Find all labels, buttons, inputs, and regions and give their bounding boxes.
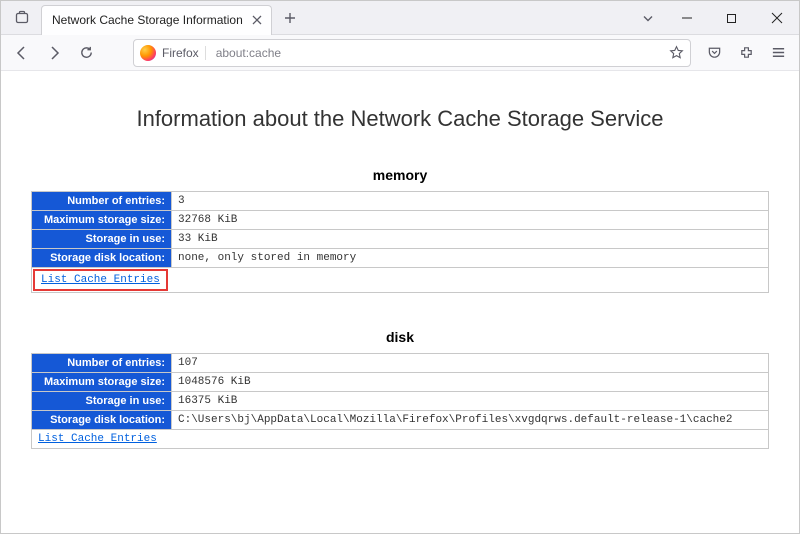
label-entries: Number of entries:: [32, 354, 172, 373]
reload-button[interactable]: [71, 39, 101, 67]
value-entries: 107: [172, 354, 769, 373]
value-disk: C:\Users\bj\AppData\Local\Mozilla\Firefo…: [172, 411, 769, 430]
minimize-button[interactable]: [664, 1, 709, 35]
tabs-dropdown-button[interactable]: [632, 1, 664, 35]
table-row: Maximum storage size: 32768 KiB: [32, 211, 769, 230]
value-max: 1048576 KiB: [172, 373, 769, 392]
value-inuse: 33 KiB: [172, 230, 769, 249]
memory-heading: memory: [31, 167, 769, 183]
window-controls: [632, 1, 799, 35]
table-row: Maximum storage size: 1048576 KiB: [32, 373, 769, 392]
table-row: List Cache Entries: [32, 268, 769, 293]
workspaces-button[interactable]: [7, 5, 37, 31]
value-max: 32768 KiB: [172, 211, 769, 230]
table-row: Storage disk location: none, only stored…: [32, 249, 769, 268]
tab-close-button[interactable]: [249, 12, 265, 28]
tab-title: Network Cache Storage Information: [52, 13, 243, 27]
identity-label: Firefox: [162, 46, 206, 60]
value-disk: none, only stored in memory: [172, 249, 769, 268]
table-row: Storage in use: 33 KiB: [32, 230, 769, 249]
label-inuse: Storage in use:: [32, 392, 172, 411]
memory-table: Number of entries: 3 Maximum storage siz…: [31, 191, 769, 293]
table-row: Number of entries: 3: [32, 192, 769, 211]
list-cache-entries-link-disk[interactable]: List Cache Entries: [32, 430, 163, 448]
url-text: about:cache: [212, 46, 662, 60]
address-bar[interactable]: Firefox about:cache: [133, 39, 691, 67]
maximize-button[interactable]: [709, 1, 754, 35]
disk-table: Number of entries: 107 Maximum storage s…: [31, 353, 769, 449]
value-entries: 3: [172, 192, 769, 211]
label-max: Maximum storage size:: [32, 373, 172, 392]
label-disk: Storage disk location:: [32, 411, 172, 430]
table-row: Number of entries: 107: [32, 354, 769, 373]
page-content: Information about the Network Cache Stor…: [1, 71, 799, 533]
navigation-toolbar: Firefox about:cache: [1, 35, 799, 71]
table-row: Storage disk location: C:\Users\bj\AppDa…: [32, 411, 769, 430]
label-entries: Number of entries:: [32, 192, 172, 211]
pocket-button[interactable]: [699, 39, 729, 67]
label-inuse: Storage in use:: [32, 230, 172, 249]
browser-tab[interactable]: Network Cache Storage Information: [41, 5, 272, 35]
highlight-box: List Cache Entries: [33, 269, 168, 291]
page-title: Information about the Network Cache Stor…: [31, 106, 769, 132]
table-row: Storage in use: 16375 KiB: [32, 392, 769, 411]
back-button[interactable]: [7, 39, 37, 67]
label-disk: Storage disk location:: [32, 249, 172, 268]
firefox-logo-icon: [140, 45, 156, 61]
disk-heading: disk: [31, 329, 769, 345]
close-window-button[interactable]: [754, 1, 799, 35]
extensions-button[interactable]: [731, 39, 761, 67]
app-menu-button[interactable]: [763, 39, 793, 67]
forward-button[interactable]: [39, 39, 69, 67]
new-tab-button[interactable]: [276, 4, 304, 32]
table-row: List Cache Entries: [32, 430, 769, 449]
titlebar: Network Cache Storage Information: [1, 1, 799, 35]
bookmark-star-icon[interactable]: [668, 45, 684, 61]
value-inuse: 16375 KiB: [172, 392, 769, 411]
label-max: Maximum storage size:: [32, 211, 172, 230]
list-cache-entries-link-memory[interactable]: List Cache Entries: [35, 271, 166, 289]
